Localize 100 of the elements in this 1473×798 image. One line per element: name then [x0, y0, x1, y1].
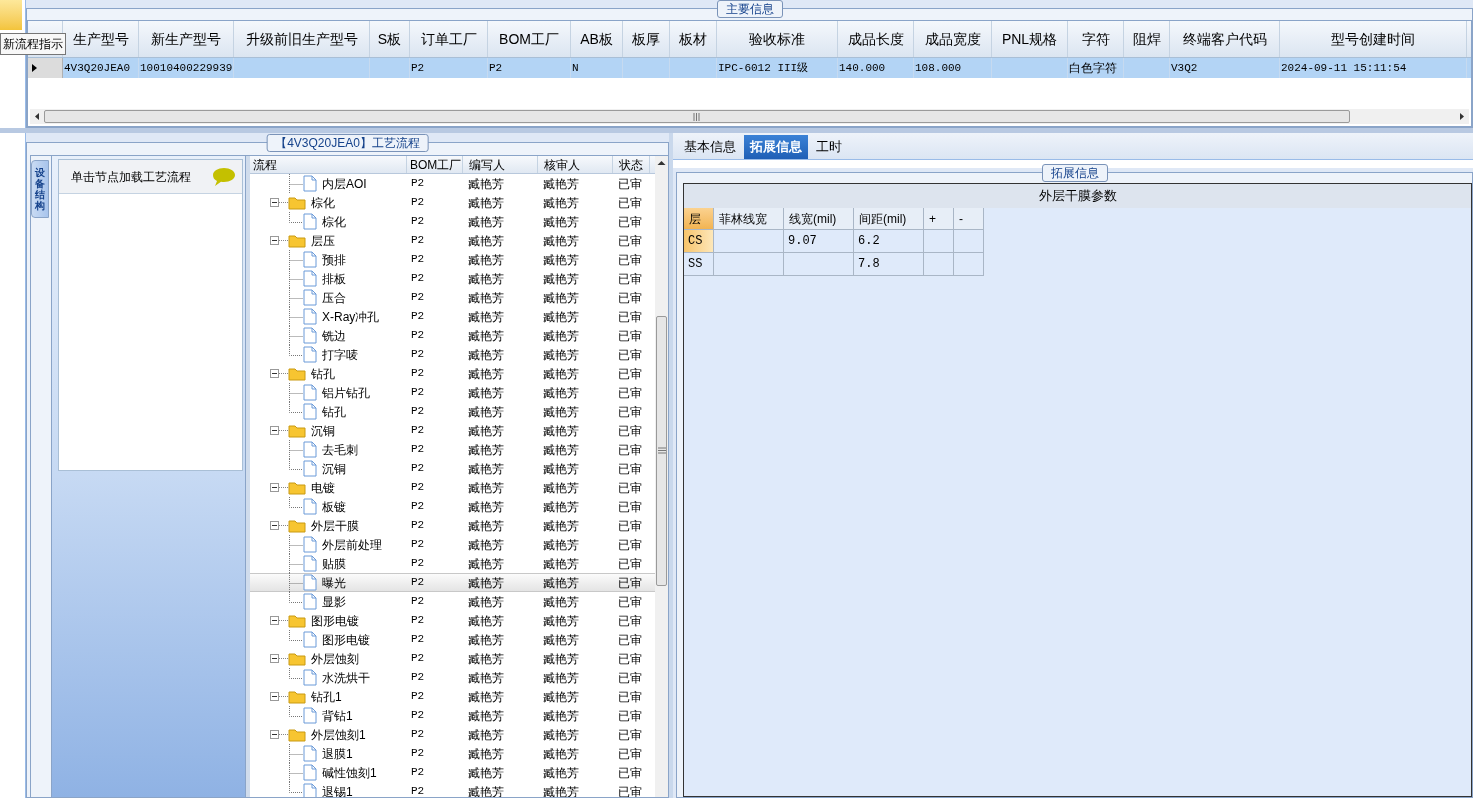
table-cell-text: P2 [410, 575, 426, 591]
tree-row[interactable]: 退锡1 P2 臧艳芳 臧艳芳 已审 [250, 782, 655, 797]
tree-row[interactable]: 外层前处理 P2 臧艳芳 臧艳芳 已审 [250, 535, 655, 554]
collapse-icon[interactable] [270, 426, 288, 435]
column-header[interactable]: 间距(mil) [854, 208, 924, 230]
table-cell-text: 已审 [617, 251, 643, 269]
tree-row[interactable]: 板镀 P2 臧艳芳 臧艳芳 已审 [250, 497, 655, 516]
column-header[interactable]: 线宽(mil) [784, 208, 854, 230]
tree-row[interactable]: X-Ray冲孔 P2 臧艳芳 臧艳芳 已审 [250, 307, 655, 326]
column-header[interactable]: 流程 [250, 156, 407, 173]
tree-row[interactable]: 钻孔1 P2 臧艳芳 臧艳芳 已审 [250, 687, 655, 706]
collapse-icon[interactable] [270, 616, 288, 625]
row-header[interactable]: SS [684, 253, 714, 276]
column-header[interactable]: 型号创建时间 [1280, 21, 1467, 57]
column-header[interactable]: 升级前旧生产型号 [234, 21, 370, 57]
table-cell-text: 已审 [617, 422, 643, 440]
tree-row[interactable]: 图形电镀 P2 臧艳芳 臧艳芳 已审 [250, 611, 655, 630]
tree-row[interactable]: 显影 P2 臧艳芳 臧艳芳 已审 [250, 592, 655, 611]
tree-row[interactable]: 沉铜 P2 臧艳芳 臧艳芳 已审 [250, 421, 655, 440]
vertical-scrollbar[interactable] [655, 156, 668, 797]
table-cell-text: P2 [410, 708, 426, 724]
column-header[interactable]: 字符 [1068, 21, 1124, 57]
column-header[interactable]: 成品长度 [838, 21, 914, 57]
column-header[interactable]: AB板 [571, 21, 623, 57]
column-header[interactable]: 终端客户代码 [1170, 21, 1280, 57]
tree-row[interactable]: 曝光 P2 臧艳芳 臧艳芳 已审 [250, 573, 655, 592]
collapse-icon[interactable] [270, 521, 288, 530]
column-header[interactable]: PNL规格 [992, 21, 1068, 57]
tree-row[interactable]: 预排 P2 臧艳芳 臧艳芳 已审 [250, 250, 655, 269]
tree-row[interactable]: 钻孔 P2 臧艳芳 臧艳芳 已审 [250, 364, 655, 383]
column-header[interactable]: 新生产型号 [139, 21, 234, 57]
column-header[interactable]: - [954, 208, 984, 230]
table-cell: 6.2 [854, 230, 924, 253]
collapse-icon[interactable] [270, 236, 288, 245]
tree-row[interactable]: 外层蚀刻1 P2 臧艳芳 臧艳芳 已审 [250, 725, 655, 744]
table-cell-text: P2 [410, 252, 426, 268]
tree-row[interactable]: 打字唛 P2 臧艳芳 臧艳芳 已审 [250, 345, 655, 364]
column-header[interactable]: + [924, 208, 954, 230]
process-step-label: 电镀 [311, 479, 335, 497]
tree-row[interactable]: 棕化 P2 臧艳芳 臧艳芳 已审 [250, 212, 655, 231]
collapse-icon[interactable] [270, 654, 288, 663]
tree-row[interactable]: 压合 P2 臧艳芳 臧艳芳 已审 [250, 288, 655, 307]
tree-row[interactable]: 外层干膜 P2 臧艳芳 臧艳芳 已审 [250, 516, 655, 535]
table-cell-text: 臧艳芳 [467, 232, 505, 250]
tree-row[interactable]: 背钻1 P2 臧艳芳 臧艳芳 已审 [250, 706, 655, 725]
column-header[interactable]: 验收标准 [717, 21, 838, 57]
table-cell-text: 臧艳芳 [467, 536, 505, 554]
tree-row[interactable]: 铣边 P2 臧艳芳 臧艳芳 已审 [250, 326, 655, 345]
column-header[interactable]: BOM工厂 [488, 21, 571, 57]
tree-row[interactable]: 图形电镀 P2 臧艳芳 臧艳芳 已审 [250, 630, 655, 649]
tree-row[interactable]: 碱性蚀刻1 P2 臧艳芳 臧艳芳 已审 [250, 763, 655, 782]
table-cell-text: 臧艳芳 [467, 764, 505, 782]
tree-row[interactable]: 贴膜 P2 臧艳芳 臧艳芳 已审 [250, 554, 655, 573]
tree-row[interactable]: 棕化 P2 臧艳芳 臧艳芳 已审 [250, 193, 655, 212]
column-header[interactable]: 编写人 [463, 156, 538, 173]
table-cell-text: 臧艳芳 [542, 346, 580, 364]
process-step-label: 内层AOI [322, 175, 367, 193]
table-cell-text: 已审 [617, 593, 643, 611]
table-cell-text: 臧艳芳 [467, 612, 505, 630]
column-header[interactable]: 板材 [670, 21, 717, 57]
collapse-icon[interactable] [270, 369, 288, 378]
tree-row[interactable]: 钻孔 P2 臧艳芳 臧艳芳 已审 [250, 402, 655, 421]
tab[interactable]: 基本信息 [678, 135, 742, 159]
column-header[interactable]: 菲林线宽 [714, 208, 784, 230]
collapse-icon[interactable] [270, 483, 288, 492]
collapse-icon[interactable] [270, 730, 288, 739]
tree-row[interactable]: 去毛刺 P2 臧艳芳 臧艳芳 已审 [250, 440, 655, 459]
column-header[interactable]: BOM工厂 [407, 156, 463, 173]
tab[interactable]: 工时 [810, 135, 848, 159]
tree-row[interactable]: 内层AOI P2 臧艳芳 臧艳芳 已审 [250, 174, 655, 193]
table-cell-text: 臧艳芳 [467, 422, 505, 440]
column-header[interactable]: S板 [370, 21, 410, 57]
tree-row[interactable]: 退膜1 P2 臧艳芳 臧艳芳 已审 [250, 744, 655, 763]
collapse-icon[interactable] [270, 198, 288, 207]
table-cell-text: 臧艳芳 [467, 251, 505, 269]
vertical-tab[interactable]: 设备结构 [31, 160, 49, 218]
tree-row[interactable]: 铝片钻孔 P2 臧艳芳 臧艳芳 已审 [250, 383, 655, 402]
column-header[interactable]: 订单工厂 [410, 21, 488, 57]
table-cell-text: 臧艳芳 [542, 574, 580, 592]
table-cell-text: 臧艳芳 [542, 764, 580, 782]
table-cell-text: P2 [410, 746, 426, 762]
column-header[interactable]: 层 [684, 208, 714, 230]
horizontal-scrollbar[interactable] [30, 109, 1469, 124]
tree-row[interactable]: 电镀 P2 臧艳芳 臧艳芳 已审 [250, 478, 655, 497]
column-header[interactable]: 核审人 [538, 156, 613, 173]
document-icon [303, 346, 317, 363]
collapse-icon[interactable] [270, 692, 288, 701]
tree-row[interactable]: 层压 P2 臧艳芳 臧艳芳 已审 [250, 231, 655, 250]
column-header[interactable]: 板厚 [623, 21, 670, 57]
tree-row[interactable]: 沉铜 P2 臧艳芳 臧艳芳 已审 [250, 459, 655, 478]
tree-row[interactable]: 排板 P2 臧艳芳 臧艳芳 已审 [250, 269, 655, 288]
tree-row[interactable]: 外层蚀刻 P2 臧艳芳 臧艳芳 已审 [250, 649, 655, 668]
table-cell-text: 已审 [617, 555, 643, 573]
column-header[interactable]: 成品宽度 [914, 21, 992, 57]
tab[interactable]: 拓展信息 [744, 135, 808, 159]
row-header[interactable]: CS [684, 230, 714, 253]
table-row[interactable]: 4V3Q20JEA0 10010400229939 P2 P2 N IPC-6012 III级 140.000 108.000 白色字符 V3Q2 2024-09-11 15:11:54 [28, 58, 1471, 78]
column-header[interactable]: 阻焊 [1124, 21, 1170, 57]
tree-row[interactable]: 水洗烘干 P2 臧艳芳 臧艳芳 已审 [250, 668, 655, 687]
column-header[interactable]: 状态 [613, 156, 650, 173]
